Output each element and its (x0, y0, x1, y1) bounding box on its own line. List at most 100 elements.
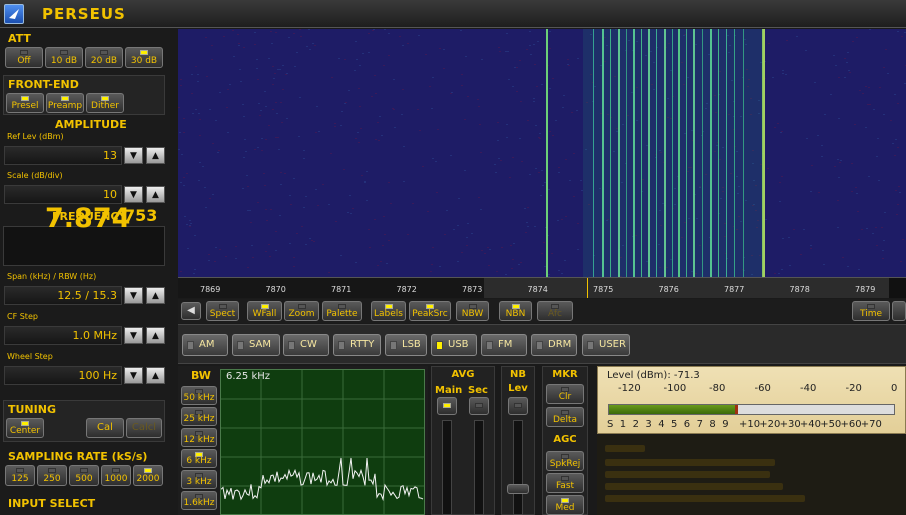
mode-button-lsb[interactable]: LSB (385, 334, 427, 356)
ref-level-field[interactable]: 13 (4, 146, 122, 165)
agc-button-med[interactable]: Med (546, 495, 584, 515)
meter-s-tick: +20 (759, 419, 781, 430)
frequency-display-fine[interactable]: 753 (124, 206, 157, 225)
scale-up-button[interactable]: ▲ (146, 186, 165, 203)
led-indicator (587, 341, 594, 350)
avg-main-toggle[interactable] (437, 397, 457, 415)
meter-s-tick: 2 (632, 419, 639, 430)
led-indicator (536, 341, 543, 350)
perseus-logo-icon[interactable] (4, 4, 24, 24)
frontend-button-1[interactable]: Preamp (46, 93, 84, 113)
frequency-display-main[interactable]: 7.874 (45, 203, 130, 234)
ref-level-label: Ref Lev (dBm) (7, 132, 64, 141)
mkr-clr-button[interactable]: Clr (546, 384, 584, 404)
avg-sec-slider[interactable] (474, 420, 484, 515)
bw-button-2[interactable]: 12 kHz (181, 428, 217, 447)
bw-button-0[interactable]: 50 kHz (181, 386, 217, 405)
cf-step-down-button[interactable]: ▼ (124, 327, 143, 344)
meter-s-tick: 4 (658, 419, 665, 430)
tuning-cal-button[interactable]: Cal (86, 418, 124, 438)
span-up-button[interactable]: ▲ (146, 287, 165, 304)
att-button-2[interactable]: 20 dB (85, 47, 123, 68)
sampling-button-2[interactable]: 500 (69, 465, 99, 486)
tuning-center-button[interactable]: Center (6, 418, 44, 438)
nb-level-slider-thumb[interactable] (507, 484, 529, 494)
mode-button-rtty[interactable]: RTTY (333, 334, 381, 356)
bw-button-3[interactable]: 6 kHz (181, 449, 217, 468)
avg-sec-toggle[interactable] (469, 397, 489, 415)
att-button-1[interactable]: 10 dB (45, 47, 83, 68)
sampling-button-1[interactable]: 250 (37, 465, 67, 486)
scale-field[interactable]: 10 (4, 185, 122, 204)
toolbar-extra-button[interactable] (892, 301, 906, 321)
bw-button-5[interactable]: 1.6kHz (181, 491, 217, 510)
scroll-left-button[interactable]: ◀ (181, 302, 201, 320)
cf-step-label: CF Step (7, 312, 38, 321)
meter-dbm-tick: -100 (663, 383, 687, 394)
mode-button-am[interactable]: AM (182, 334, 228, 356)
toolbar-button-nbw[interactable]: NBW (456, 301, 489, 321)
bandwidth-spectrum-plot[interactable] (220, 369, 425, 515)
scale-down-button[interactable]: ▼ (124, 186, 143, 203)
toolbar-button-peaksrc[interactable]: PeakSrc (409, 301, 451, 321)
att-button-0[interactable]: Off (5, 47, 43, 68)
nb-title: NB (510, 369, 526, 380)
app-title: PERSEUS (42, 5, 126, 23)
cf-step-field[interactable]: 1.0 MHz (4, 326, 122, 345)
bw-button-1[interactable]: 25 kHz (181, 407, 217, 426)
scale-tick-label: 7872 (396, 285, 417, 294)
scale-tick-label: 7870 (265, 285, 286, 294)
led-indicator (144, 468, 152, 473)
nb-toggle[interactable] (508, 397, 528, 415)
cf-step-up-button[interactable]: ▲ (146, 327, 165, 344)
toolbar-button-nbn[interactable]: NBN (499, 301, 532, 321)
meter-s-tick: +70 (860, 419, 882, 430)
toolbar-button-palette[interactable]: Palette (322, 301, 362, 321)
meter-s-tick: 5 (671, 419, 678, 430)
nb-level-slider[interactable] (513, 420, 523, 515)
frontend-button-0[interactable]: Presel (6, 93, 44, 113)
led-indicator (100, 50, 108, 55)
mode-button-user[interactable]: USER (582, 334, 630, 356)
mode-button-drm[interactable]: DRM (531, 334, 577, 356)
toolbar-button-labels[interactable]: Labels (371, 301, 406, 321)
toolbar-button-afc[interactable]: Afc (537, 301, 573, 321)
agc-title: AGC (553, 434, 577, 445)
led-indicator (60, 50, 68, 55)
agc-button-fast[interactable]: Fast (546, 473, 584, 493)
att-button-3[interactable]: 30 dB (125, 47, 163, 68)
toolbar-button-wfall[interactable]: WFall (247, 301, 282, 321)
sampling-button-3[interactable]: 1000 (101, 465, 131, 486)
bw-button-4[interactable]: 3 kHz (181, 470, 217, 489)
led-indicator (112, 468, 120, 473)
span-down-button[interactable]: ▼ (124, 287, 143, 304)
frequency-scale[interactable]: 7869 7870 7871 7872 7873 7874 7875 7876 7877 7878… (178, 277, 906, 298)
time-button[interactable]: Time (852, 301, 890, 321)
wheel-step-down-button[interactable]: ▼ (124, 367, 143, 384)
meter-s-tick: +30 (779, 419, 801, 430)
scale-tick-label: 7874 (527, 285, 548, 294)
meter-dbm-tick: -120 (618, 383, 641, 394)
avg-main-slider[interactable] (442, 420, 452, 515)
wheel-step-up-button[interactable]: ▲ (146, 367, 165, 384)
sampling-button-0[interactable]: 125 (5, 465, 35, 486)
ref-level-down-button[interactable]: ▼ (124, 147, 143, 164)
att-title: ATT (8, 32, 31, 45)
agc-button-spkrej[interactable]: SpkRej (546, 451, 584, 471)
sampling-button-4[interactable]: 2000 (133, 465, 163, 486)
waterfall-display[interactable] (178, 29, 906, 277)
mode-button-cw[interactable]: CW (283, 334, 329, 356)
toolbar-button-spect[interactable]: Spect (206, 301, 239, 321)
span-field[interactable]: 12.5 / 15.3 (4, 286, 122, 305)
frontend-button-2[interactable]: Dither (86, 93, 124, 113)
mode-button-usb[interactable]: USB (431, 334, 477, 356)
span-label: Span (kHz) / RBW (Hz) (7, 272, 97, 281)
ref-level-up-button[interactable]: ▲ (146, 147, 165, 164)
toolbar-button-zoom[interactable]: Zoom (284, 301, 319, 321)
mkr-delta-button[interactable]: Delta (546, 407, 584, 427)
mode-button-sam[interactable]: SAM (232, 334, 280, 356)
wheel-step-field[interactable]: 100 Hz (4, 366, 122, 385)
meter-s-tick: 9 (722, 419, 729, 430)
tuning-calcl-button[interactable]: Calcl (126, 418, 162, 438)
mode-button-fm[interactable]: FM (481, 334, 527, 356)
